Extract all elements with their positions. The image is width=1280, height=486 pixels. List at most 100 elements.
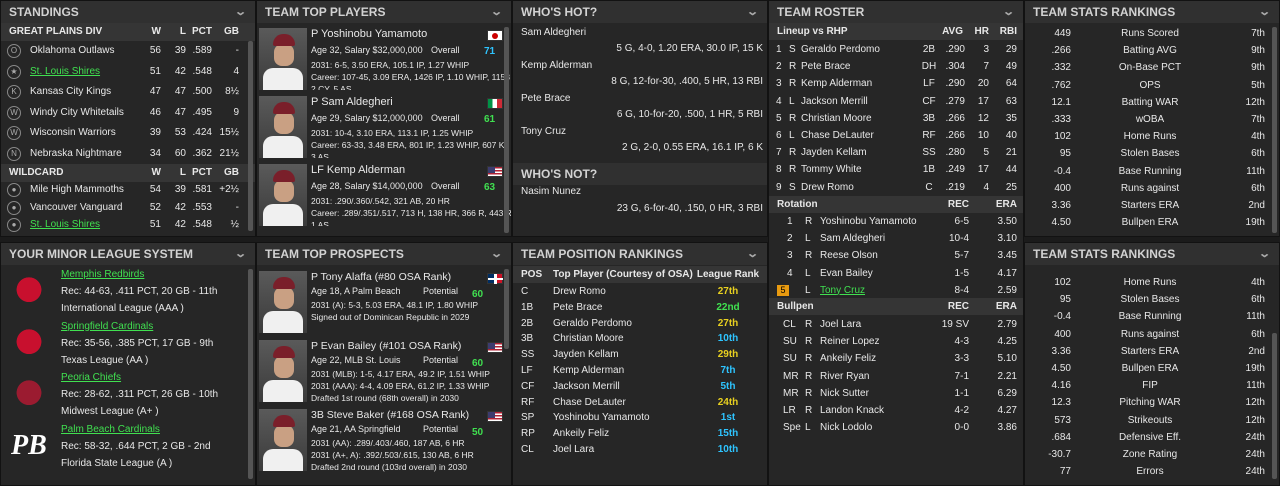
standings-row[interactable]: W Windy City Whitetails 46 47 .495 9: [1, 104, 255, 122]
lineup-row[interactable]: 7 R Jayden Kellam SS .280 5 21: [769, 144, 1023, 161]
position-rank-row[interactable]: RF Chase DeLauter 24th: [513, 395, 767, 411]
pct: .424: [192, 127, 212, 138]
minor-team-item[interactable]: PB Palm Beach Cardinals Rec: 58-32, .644 P…: [1, 424, 255, 474]
player-name[interactable]: LF Kemp Alderman: [311, 164, 405, 176]
lineup-row[interactable]: 1 S Geraldo Perdomo 2B .290 3 29: [769, 41, 1023, 58]
top-player-card[interactable]: LF Kemp Alderman Age 28, Salary $14,000,0…: [257, 1, 512, 236]
standings-panel: STANDINGS ⌄ GREAT PLAINS DIV W L PCT GB O Okla…: [0, 0, 256, 237]
whos-not-header: WHO'S NOT?: [513, 163, 767, 185]
player-name[interactable]: Tony Cruz: [820, 282, 865, 299]
position-rank-row[interactable]: CF Jackson Merrill 5th: [513, 379, 767, 395]
rotation-row[interactable]: 2 L Sam Aldegheri 10-4 3.10: [769, 230, 1023, 247]
team-name[interactable]: St. Louis Shires: [30, 63, 100, 81]
hot-player-item[interactable]: Pete Brace 6 G, 10-for-20, .500, 1 HR, 5 …: [513, 93, 767, 125]
stats-rankings-scrollbar[interactable]: [1272, 27, 1277, 233]
position-rank-row[interactable]: CL Joel Lara 10th: [513, 442, 767, 458]
minor-team-item[interactable]: Memphis Redbirds Rec: 44-63, .411 PCT, 20…: [1, 269, 255, 319]
bullpen-title: Bullpen: [777, 301, 814, 312]
rotation-row[interactable]: 4 L Evan Bailey 1-5 4.17: [769, 265, 1023, 282]
record: 6-5: [954, 216, 969, 227]
stats-rankings-scrollbar-2[interactable]: [1272, 333, 1277, 479]
rotation-row[interactable]: 1 R Yoshinobu Yamamoto 6-5 3.50: [769, 213, 1023, 230]
position-rank-row[interactable]: C Drew Romo 27th: [513, 284, 767, 300]
chevron-down-icon[interactable]: ⌄: [234, 243, 247, 265]
not-player-item[interactable]: Nasim Nunez 23 G, 6-for-40, .150, 0 HR, 3…: [513, 186, 767, 222]
bullpen-row[interactable]: CL R Joel Lara 19 SV 2.79: [769, 316, 1023, 333]
chevron-down-icon[interactable]: ⌄: [234, 1, 247, 23]
losses: 42: [174, 219, 186, 230]
bullpen-row[interactable]: LR R Landon Knack 4-2 4.27: [769, 402, 1023, 419]
standings-row[interactable]: O Oklahoma Outlaws 56 39 .589 -: [1, 42, 255, 60]
stat-value: 95: [1059, 148, 1071, 160]
lineup-row[interactable]: 6 L Chase DeLauter RF .266 10 40: [769, 127, 1023, 144]
minors-scrollbar[interactable]: [248, 269, 253, 479]
rotation-row[interactable]: 3 R Reese Olson 5-7 3.45: [769, 247, 1023, 264]
standings-row[interactable]: N Nebraska Nightmare 34 60 .362 21½: [1, 145, 255, 163]
rotation-number: 1: [787, 216, 793, 227]
minors-header: YOUR MINOR LEAGUE SYSTEM ⌄: [1, 243, 255, 265]
minor-team-name[interactable]: Memphis Redbirds: [61, 269, 144, 280]
player-photo[interactable]: [259, 409, 307, 471]
minor-team-item[interactable]: Peoria Chiefs Rec: 28-62, .311 PCT, 26 GB…: [1, 372, 255, 422]
position-rank-row[interactable]: 2B Geraldo Perdomo 27th: [513, 316, 767, 332]
era: 2.59: [997, 284, 1017, 296]
hot-player-item[interactable]: Sam Aldegheri 5 G, 4-0, 1.20 ERA, 30.0 IP…: [513, 27, 767, 59]
era: 2.21: [997, 370, 1017, 382]
standings-row[interactable]: K Kansas City Kings 47 47 .500 8½: [1, 83, 255, 101]
stat-name: Base Running: [1118, 165, 1182, 177]
chevron-down-icon[interactable]: ⌄: [746, 243, 759, 265]
position-rank-row[interactable]: 3B Christian Moore 10th: [513, 331, 767, 347]
lineup-row[interactable]: 5 R Christian Moore 3B .266 12 35: [769, 110, 1023, 127]
bullpen-row[interactable]: SU R Ankeily Feliz 3-3 5.10: [769, 350, 1023, 367]
chevron-down-icon[interactable]: ⌄: [1002, 1, 1015, 23]
position-rank-row[interactable]: 1B Pete Brace 22nd: [513, 300, 767, 316]
hot-player-name: Sam Aldegheri: [521, 27, 587, 38]
player-career-line: Career: .289/.351/.517, 713 H, 138 HR, 3…: [311, 208, 512, 218]
standings-row[interactable]: W Wisconsin Warriors 39 53 .424 15½: [1, 124, 255, 142]
hot-player-item[interactable]: Tony Cruz 2 G, 2-0, 0.55 ERA, 16.1 IP, 6 …: [513, 126, 767, 158]
minor-team-name[interactable]: Palm Beach Cardinals: [61, 424, 160, 435]
top-players-panel: TEAM TOP PLAYERS ⌄ P Yoshinobu Yamamoto Ag…: [256, 0, 512, 237]
gb: ½: [230, 219, 239, 230]
stat-rank: 2nd: [1248, 345, 1265, 357]
record: 3-3: [954, 353, 969, 365]
prospect-card[interactable]: 3B Steve Baker (#168 OSA Rank) Age 21, AA…: [257, 243, 511, 485]
hot-player-item[interactable]: Kemp Alderman 8 G, 12-for-30, .400, 5 HR,…: [513, 60, 767, 92]
hot-player-stat: 6 G, 10-for-20, .500, 1 HR, 5 RBI: [616, 109, 763, 120]
position-rank-row[interactable]: LF Kemp Alderman 7th: [513, 363, 767, 379]
lineup-row[interactable]: 8 R Tommy White 1B .249 17 44: [769, 161, 1023, 178]
standings-scrollbar[interactable]: [248, 41, 253, 231]
chevron-down-icon[interactable]: ⌄: [1258, 1, 1271, 23]
prospects-scrollbar[interactable]: [504, 269, 509, 349]
rotation-row[interactable]: 5 L Tony Cruz 8-4 2.59: [769, 282, 1023, 299]
prospect-name[interactable]: 3B Steve Baker (#168 OSA Rank): [311, 409, 469, 421]
position-rank-row[interactable]: SP Yoshinobu Yamamoto 1st: [513, 410, 767, 426]
team-name[interactable]: St. Louis Shires: [30, 216, 100, 234]
bullpen-row[interactable]: Spe L Nick Lodolo 0-0 3.86: [769, 419, 1023, 436]
top-players-scrollbar[interactable]: [504, 27, 509, 233]
stat-name: Home Runs: [1123, 131, 1177, 143]
wildcard-row[interactable]: ● Mile High Mammoths 54 39 .581 +2½: [1, 181, 255, 199]
position-rank-row[interactable]: SS Jayden Kellam 29th: [513, 347, 767, 363]
player-name: Yoshinobu Yamamoto: [820, 216, 917, 227]
chevron-down-icon[interactable]: ⌄: [746, 1, 759, 23]
pct: .495: [192, 106, 212, 118]
player-name: Evan Bailey: [820, 267, 873, 279]
minor-team-item[interactable]: Springfield Cardinals Rec: 35-56, .385 PC…: [1, 320, 255, 371]
minor-team-name[interactable]: Peoria Chiefs: [61, 372, 121, 383]
lineup-row[interactable]: 2 R Pete Brace DH .304 7 49: [769, 58, 1023, 75]
bullpen-row[interactable]: SU R Reiner Lopez 4-3 4.25: [769, 333, 1023, 350]
wildcard-row[interactable]: ● St. Louis Shires 51 42 .548 ½: [1, 216, 255, 234]
minor-team-name[interactable]: Springfield Cardinals: [61, 321, 153, 332]
player-photo[interactable]: [259, 164, 307, 226]
lineup-row[interactable]: 9 S Drew Romo C .219 4 25: [769, 179, 1023, 196]
chevron-down-icon[interactable]: ⌄: [1258, 243, 1271, 265]
bullpen-header: Bullpen REC ERA: [769, 298, 1023, 315]
lineup-row[interactable]: 3 R Kemp Alderman LF .290 20 64: [769, 75, 1023, 92]
lineup-row[interactable]: 4 L Jackson Merrill CF .279 17 63: [769, 93, 1023, 110]
wildcard-row[interactable]: ● Vancouver Vanguard 52 42 .553 -: [1, 199, 255, 217]
bullpen-row[interactable]: MR R Nick Sutter 1-1 6.29: [769, 385, 1023, 402]
position-rank-row[interactable]: RP Ankeily Feliz 15th: [513, 426, 767, 442]
bullpen-row[interactable]: MR R River Ryan 7-1 2.21: [769, 368, 1023, 385]
standings-row[interactable]: ★ St. Louis Shires 51 42 .548 4: [1, 63, 255, 81]
